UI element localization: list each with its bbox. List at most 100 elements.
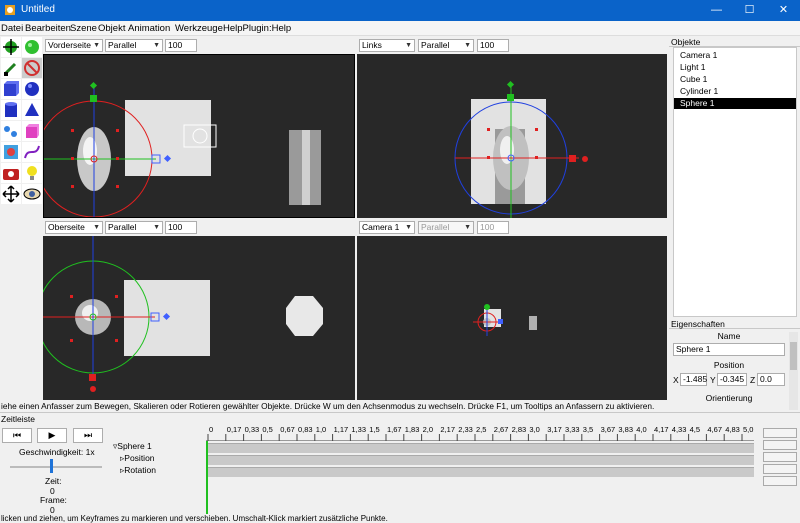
move-tool-icon[interactable] (1, 37, 21, 57)
orientation-label: Orientierung (705, 393, 753, 403)
curve-tool-icon[interactable] (22, 142, 42, 162)
track-rotation[interactable] (206, 467, 754, 477)
cylinder-primitive-icon[interactable] (1, 100, 21, 120)
maximize-button[interactable]: ☐ (733, 0, 766, 21)
menu-werkzeuge[interactable]: Werkzeuge (175, 23, 223, 34)
pan-view-icon[interactable] (1, 184, 21, 204)
box-pink-icon[interactable] (22, 121, 42, 141)
ruler-tick-label: 3,67 (601, 425, 616, 434)
no-select-icon[interactable] (22, 58, 42, 78)
toolbox (0, 36, 43, 220)
close-button[interactable]: ✕ (767, 0, 800, 21)
zoom-field: 100 (477, 221, 509, 234)
viewport-top[interactable] (43, 236, 355, 400)
position-x-field[interactable]: -1.485 (680, 373, 707, 386)
speed-slider-thumb[interactable] (50, 459, 53, 473)
objects-list[interactable]: Camera 1 Light 1 Cube 1 Cylinder 1 Spher… (673, 47, 797, 317)
properties-header: Eigenschaften (669, 319, 800, 329)
viewport-camera[interactable] (357, 236, 667, 400)
bottom-status: licken und ziehen, um Keyframes zu marki… (1, 514, 388, 523)
y-label: Y (710, 375, 716, 385)
track-sphere[interactable] (206, 443, 754, 453)
sphere-primitive-icon[interactable] (22, 79, 42, 99)
list-item[interactable]: Cylinder 1 (674, 86, 796, 97)
ruler-tick-label: 3,0 (529, 425, 539, 434)
menu-objekt[interactable]: Objekt (98, 23, 125, 34)
position-z-field[interactable]: 0.0 (757, 373, 785, 386)
ruler-tick-label: 0,67 (280, 425, 295, 434)
ruler-tick-label: 4,67 (707, 425, 722, 434)
playhead[interactable] (206, 441, 208, 514)
x-label: X (673, 375, 679, 385)
time-label: Zeit: (45, 476, 62, 486)
polygon-primitive-icon[interactable] (22, 100, 42, 120)
rewind-button[interactable]: ⏮ (2, 428, 32, 443)
ruler-tick-label: 3,17 (547, 425, 562, 434)
view-select[interactable]: Camera 1 ▼ (359, 221, 415, 234)
projection-select[interactable]: Parallel ▼ (105, 39, 163, 52)
ruler-tick-label: 1,33 (351, 425, 366, 434)
keyframe-scale-button[interactable] (763, 476, 797, 486)
projection-select[interactable]: Parallel ▼ (418, 39, 474, 52)
ruler-tick-label: 2,33 (458, 425, 473, 434)
status-hint: iehe einen Anfasser zum Bewegen, Skalier… (0, 401, 668, 412)
list-item[interactable]: Camera 1 (674, 50, 796, 61)
track-position[interactable] (206, 455, 754, 465)
timeline-header: Zeitleiste (0, 412, 800, 424)
menu-animation[interactable]: Animation (128, 23, 170, 34)
cube-primitive-icon[interactable] (1, 79, 21, 99)
viewport-front[interactable] (43, 54, 355, 218)
properties-scrollbar[interactable] (789, 332, 798, 410)
zoom-field[interactable]: 100 (165, 221, 197, 234)
paint-tool-icon[interactable] (1, 58, 21, 78)
tree-track-position[interactable]: ▹Position (120, 453, 155, 464)
camera-tool-icon[interactable] (1, 163, 21, 183)
timeline-ruler[interactable]: 0 0,17 0,33 0,5 0,67 0,83 1,0 1,17 1,33 1,5 1,67 1,… (206, 424, 754, 441)
minimize-button[interactable]: — (700, 0, 733, 21)
menu-szene[interactable]: Szene (70, 23, 97, 34)
tree-track-rotation[interactable]: ▹Rotation (120, 465, 156, 476)
menu-helpplugin[interactable]: HelpPlugin:Help (223, 23, 291, 34)
curve-overlay-button[interactable] (763, 440, 797, 450)
ruler-tick-label: 3,5 (583, 425, 593, 434)
list-item[interactable]: Cube 1 (674, 74, 796, 85)
timeline-area[interactable] (206, 441, 754, 514)
objects-header: Objekte (669, 37, 800, 47)
zoom-field[interactable]: 100 (477, 39, 509, 52)
spline-tool-icon[interactable] (1, 121, 21, 141)
window-title: Untitled (21, 4, 55, 15)
ruler-tick-label: 2,0 (423, 425, 433, 434)
menu-bar: Datei Bearbeiten Szene Objekt Animation … (0, 21, 800, 36)
ruler-tick-label: 1,5 (369, 425, 379, 434)
view-select[interactable]: Links ▼ (359, 39, 415, 52)
menu-datei[interactable]: Datei (1, 23, 23, 34)
ruler-tick-label: 4,5 (690, 425, 700, 434)
speed-label: Geschwindigkeit: 1x (19, 447, 95, 457)
tree-object[interactable]: ▿Sphere 1 (113, 441, 152, 452)
list-item[interactable]: Light 1 (674, 62, 796, 73)
curve-smooth-button[interactable] (763, 452, 797, 462)
keyframe-move-button[interactable] (763, 464, 797, 474)
view-select[interactable]: Vorderseite ▼ (45, 39, 103, 52)
menu-bearbeiten[interactable]: Bearbeiten (25, 23, 71, 34)
right-panel: Objekte Camera 1 Light 1 Cube 1 Cylinder… (669, 36, 800, 412)
z-label: Z (750, 375, 756, 385)
sphere-green-icon[interactable] (22, 37, 42, 57)
position-y-field[interactable]: -0.345 (717, 373, 747, 386)
cube-object (125, 100, 211, 176)
viewport-left[interactable] (357, 54, 667, 218)
texture-tool-icon[interactable] (1, 142, 21, 162)
curve-mode-button[interactable] (763, 428, 797, 438)
zoom-field[interactable]: 100 (165, 39, 197, 52)
speed-slider[interactable] (10, 466, 102, 468)
projection-select[interactable]: Parallel ▼ (105, 221, 163, 234)
list-item-selected[interactable]: Sphere 1 (674, 98, 796, 109)
view-select[interactable]: Oberseite ▼ (45, 221, 103, 234)
light-bulb-icon[interactable] (22, 163, 42, 183)
forward-button[interactable]: ⏭ (73, 428, 103, 443)
ruler-tick-label: 4,33 (672, 425, 687, 434)
play-button[interactable]: ▶ (37, 428, 67, 443)
projection-select: Parallel ▼ (418, 221, 474, 234)
name-field[interactable]: Sphere 1 (673, 343, 785, 356)
eye-view-icon[interactable] (22, 184, 42, 204)
